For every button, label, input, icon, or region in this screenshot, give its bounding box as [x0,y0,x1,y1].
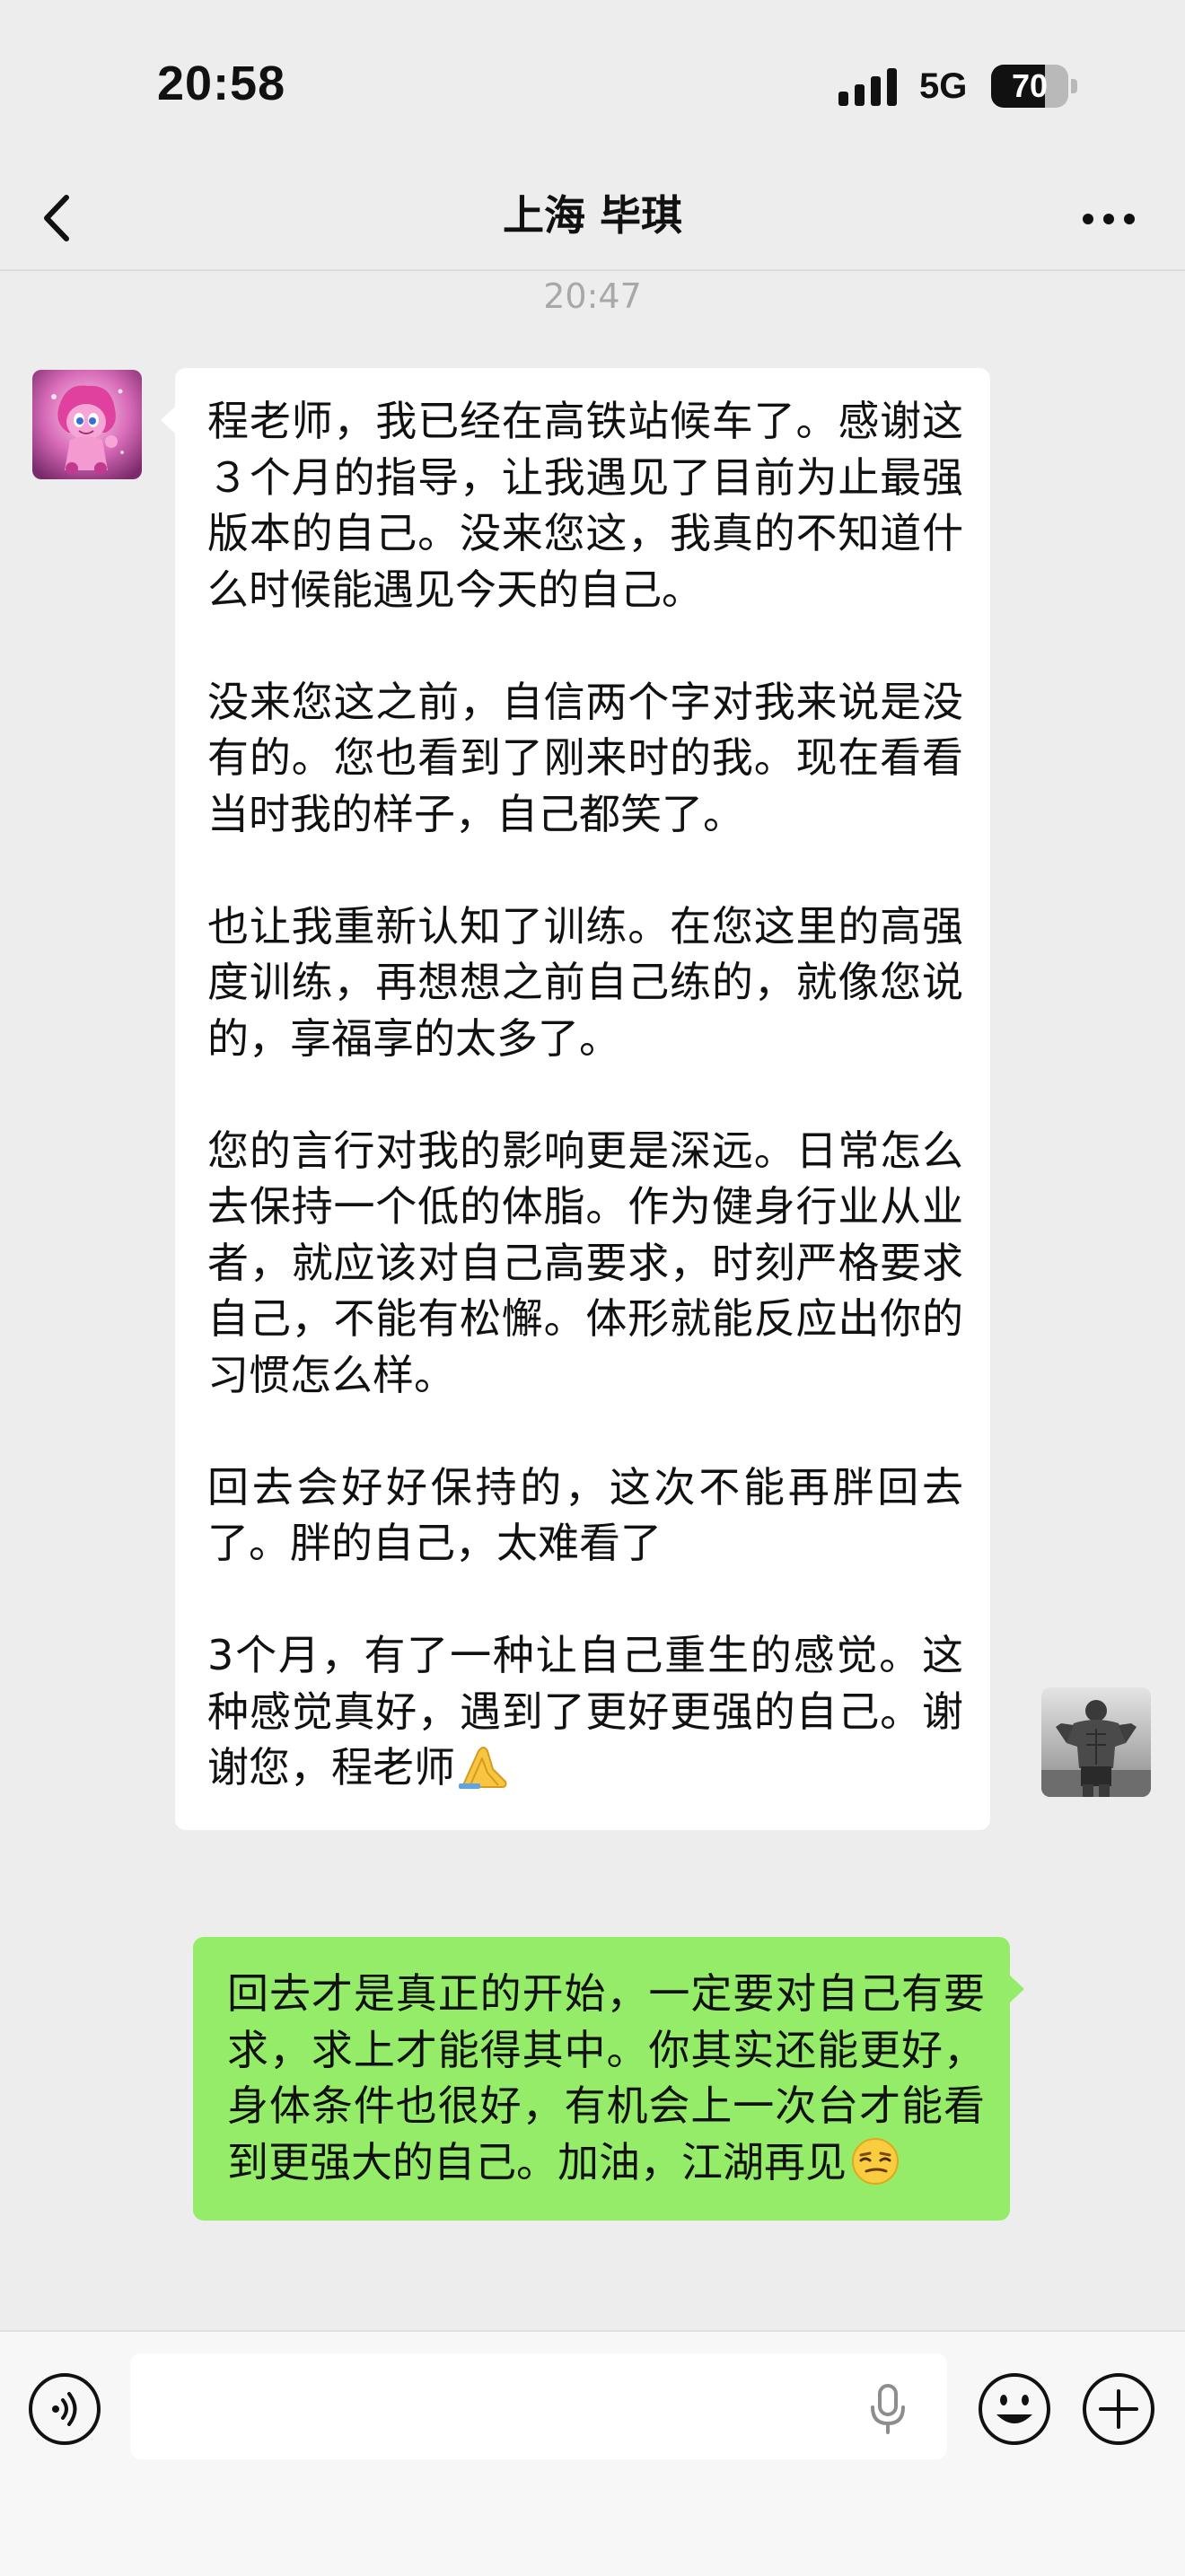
message-paragraph-text: 3个月，有了一种让自己重生的感觉。这种感觉真好，遇到了更好更强的自己。谢谢您，程… [207,1631,963,1792]
nav-bar: 上海 毕琪 [0,171,1185,271]
outgoing-message-bubble[interactable]: 回去才是真正的开始，一定要对自己有要求，求上才能得其中。你其实还能更好，身体条件… [193,1937,1024,2221]
message-paragraph: 您的言行对我的影响更是深远。日常怎么去保持一个低的体脂。作为健身行业从业者，就应… [207,1126,963,1399]
plus-circle-icon[interactable] [1081,2371,1156,2447]
voice-input-icon[interactable] [27,2371,102,2447]
cellular-signal-icon [838,68,897,106]
microphone-icon[interactable] [865,2382,910,2436]
more-dots-icon[interactable] [1077,201,1140,237]
status-bar: 20:58 5G 70 [0,0,1185,171]
status-time: 20:58 [157,57,286,110]
message-paragraph: 回去会好好保持的，这次不能再胖回去了。胖的自己，太难看了 [207,1462,963,1568]
input-bar [0,2330,1185,2576]
message-timestamp: 20:47 [543,276,642,316]
network-type: 5G [919,66,968,106]
message-paragraph: 也让我重新认知了训练。在您这里的高强度训练，再想想之前自己练的，就像您说的，享福… [207,901,963,1063]
chevron-left-icon[interactable] [36,187,81,250]
smirking-face-emoji-icon [852,2137,899,2185]
message-paragraph-last: 3个月，有了一种让自己重生的感觉。这种感觉真好，遇到了更好更强的自己。谢谢您，程… [207,1627,963,1796]
chat-title: 上海 毕琪 [502,191,682,240]
incoming-message-bubble[interactable]: 程老师，我已经在高铁站候车了。感谢这３个月的指导，让我遇见了目前为止最强版本的自… [161,368,990,1830]
praying-hands-emoji-icon [459,1747,507,1789]
chat-area[interactable]: 20:47 程老师，我已经在高铁站候车了。感谢这３个月的指导，让我遇见了目前为止… [0,271,1185,2326]
my-avatar[interactable] [1041,1687,1151,1797]
message-paragraph-last: 回去才是真正的开始，一定要对自己有要求，求上才能得其中。你其实还能更好，身体条件… [227,1966,985,2190]
contact-avatar[interactable] [32,370,142,479]
message-input[interactable] [130,2353,947,2459]
message-paragraph: 程老师，我已经在高铁站候车了。感谢这３个月的指导，让我遇见了目前为止最强版本的自… [207,397,963,614]
battery-indicator: 70 [991,65,1077,108]
message-paragraph: 没来您这之前，自信两个字对我来说是没有的。您也看到了刚来时的我。现在看看当时我的… [207,677,963,838]
emoji-face-icon[interactable] [977,2371,1052,2447]
battery-level: 70 [1011,67,1049,104]
